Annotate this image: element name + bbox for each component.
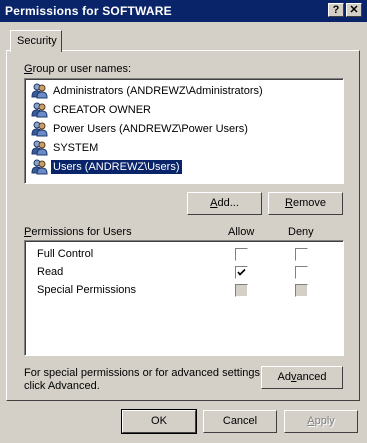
user-list-item-label: Users (ANDREWZ\Users) xyxy=(51,160,182,174)
tab-security-label: Security xyxy=(17,35,57,47)
user-group-icon xyxy=(31,102,48,118)
allow-checkbox[interactable] xyxy=(235,266,248,279)
advanced-button[interactable]: Advanced xyxy=(261,366,343,389)
user-list-item[interactable]: CREATOR OWNER xyxy=(29,101,345,119)
advanced-button-label: Advanced xyxy=(277,371,327,383)
permission-name: Full Control xyxy=(37,248,94,260)
group-names-label: Group or user names: xyxy=(24,63,131,75)
user-group-icon xyxy=(31,83,48,99)
cancel-button[interactable]: Cancel xyxy=(203,410,277,433)
advanced-hint-line2: click Advanced. xyxy=(24,380,100,392)
deny-checkbox[interactable] xyxy=(295,284,308,297)
allow-checkbox[interactable] xyxy=(235,248,248,261)
title-bar[interactable]: Permissions for SOFTWARE ? ✕ xyxy=(0,0,367,22)
deny-header: Deny xyxy=(288,226,314,238)
add-button[interactable]: Add... xyxy=(187,192,262,215)
deny-checkbox[interactable] xyxy=(295,266,308,279)
cancel-button-label: Cancel xyxy=(222,415,258,427)
user-list[interactable]: Administrators (ANDREWZ\Administrators) C… xyxy=(24,78,344,184)
user-list-item-label: SYSTEM xyxy=(53,142,99,154)
user-group-icon xyxy=(31,121,48,137)
permissions-for-label-rest: ermissions for Users xyxy=(31,226,132,238)
ok-button[interactable]: OK xyxy=(121,409,197,434)
user-group-icon xyxy=(31,140,48,156)
tab-security[interactable]: Security xyxy=(10,30,62,52)
permission-name: Special Permissions xyxy=(37,284,137,296)
advanced-hint-line1: For special permissions or for advanced … xyxy=(24,367,264,379)
permission-row: Special Permissions xyxy=(25,282,343,300)
user-list-item[interactable]: Users (ANDREWZ\Users) xyxy=(29,158,345,176)
help-icon: ? xyxy=(332,4,340,16)
permissions-for-label: Permissions for Users xyxy=(24,226,132,238)
user-list-item[interactable]: Power Users (ANDREWZ\Power Users) xyxy=(29,120,345,138)
close-button[interactable]: ✕ xyxy=(346,3,362,17)
user-group-icon xyxy=(31,159,48,175)
allow-checkbox[interactable] xyxy=(235,284,248,297)
user-list-item-label: Administrators (ANDREWZ\Administrators) xyxy=(53,85,263,97)
remove-button[interactable]: Remove xyxy=(268,192,343,215)
close-icon: ✕ xyxy=(349,4,359,16)
user-list-item[interactable]: SYSTEM xyxy=(29,139,345,157)
permissions-list[interactable]: Full Control Read Special Permissions xyxy=(24,240,344,356)
group-names-label-rest: roup or user names: xyxy=(32,63,131,75)
permission-row: Read xyxy=(25,264,343,282)
apply-button[interactable]: Apply xyxy=(284,410,358,433)
add-button-label-rest: dd... xyxy=(217,197,239,209)
remove-button-label-rest: emove xyxy=(292,197,326,209)
permission-name: Read xyxy=(37,266,64,278)
permission-row: Full Control xyxy=(25,246,343,264)
user-list-item-label: CREATOR OWNER xyxy=(53,104,151,116)
deny-checkbox[interactable] xyxy=(295,248,308,261)
user-list-item-label: Power Users (ANDREWZ\Power Users) xyxy=(53,123,248,135)
user-list-item[interactable]: Administrators (ANDREWZ\Administrators) xyxy=(29,82,345,100)
allow-header: Allow xyxy=(228,226,255,238)
ok-button-label: OK xyxy=(151,415,167,427)
window-title: Permissions for SOFTWARE xyxy=(5,4,172,18)
apply-button-label: Apply xyxy=(307,415,335,427)
help-button[interactable]: ? xyxy=(328,3,344,17)
